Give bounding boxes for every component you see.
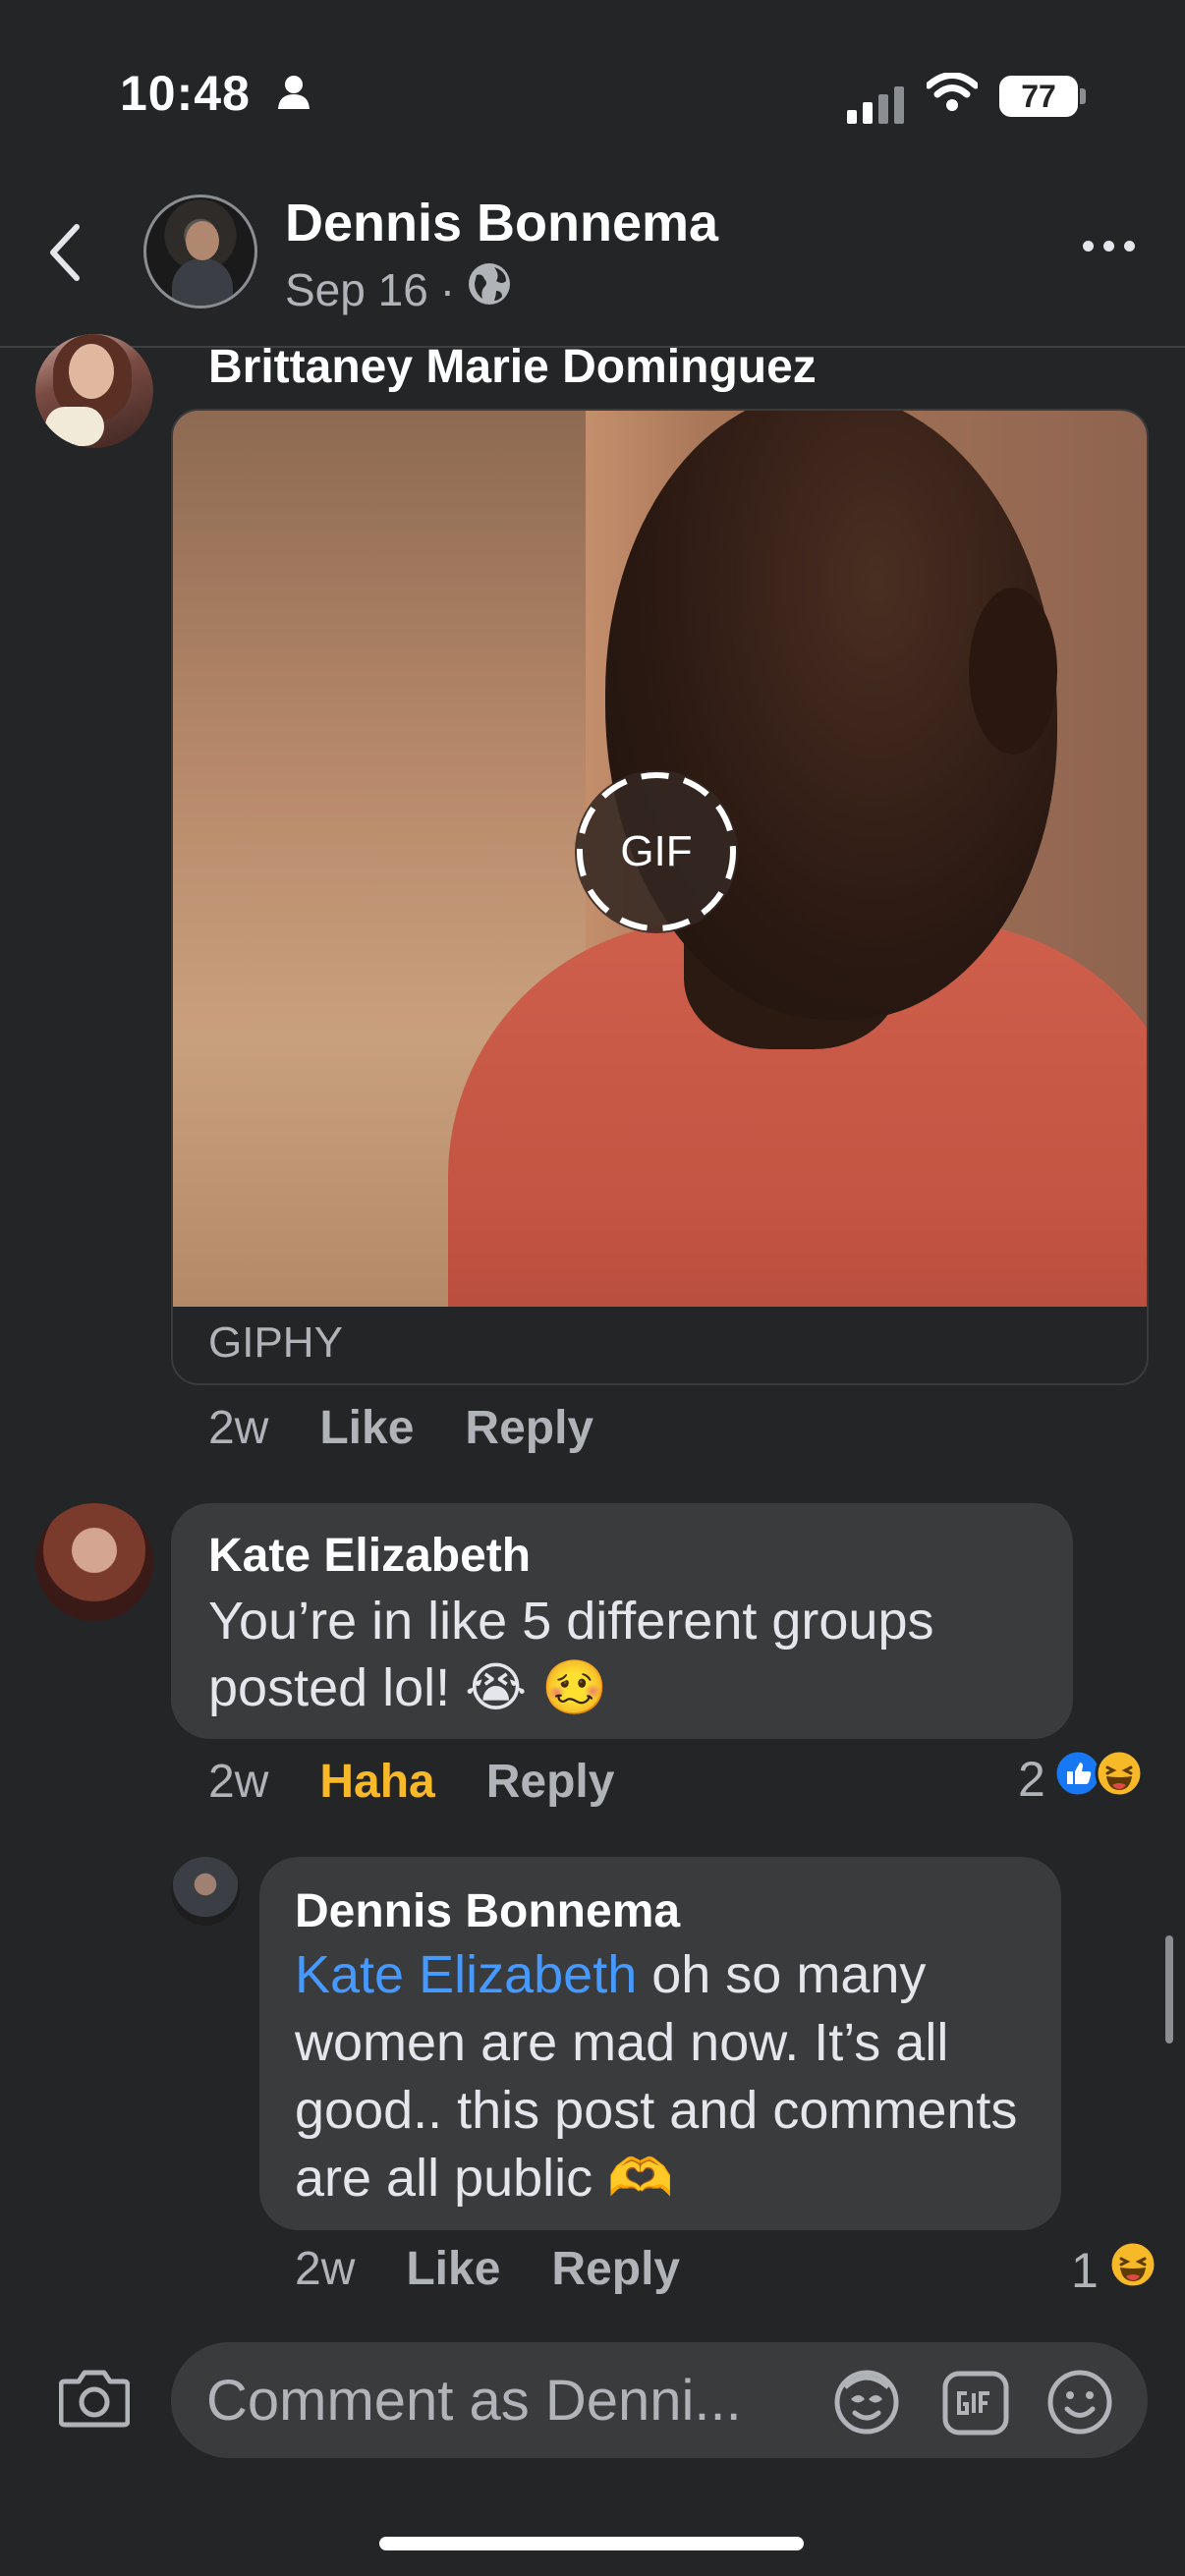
gif-icon[interactable]	[941, 2370, 1010, 2441]
comment-input-placeholder[interactable]: Comment as Denni...	[206, 2368, 742, 2434]
cellular-signal-icon	[847, 86, 904, 124]
reaction-summary[interactable]: 2	[1018, 1749, 1144, 1810]
reply-time: 2w	[295, 2243, 356, 2295]
commenter-avatar[interactable]	[35, 1503, 153, 1621]
comment-actions: 2w Haha Reply	[208, 1755, 614, 1809]
reply-button[interactable]: Reply	[465, 1401, 593, 1455]
globe-icon	[467, 261, 512, 317]
gif-attachment[interactable]: GIF GIPHY	[171, 409, 1149, 1385]
like-button[interactable]: Like	[406, 2242, 500, 2296]
gif-image[interactable]: GIF	[173, 411, 1147, 1307]
haha-icon	[1095, 1749, 1144, 1810]
wifi-icon	[925, 72, 980, 117]
comment-time: 2w	[208, 1402, 269, 1454]
haha-icon	[1108, 2240, 1157, 2301]
reaction-count: 2	[1018, 1752, 1045, 1807]
reply-author[interactable]: Dennis Bonnema	[295, 1884, 680, 1938]
poster-name[interactable]: Dennis Bonnema	[285, 193, 718, 253]
comment-author[interactable]: Kate Elizabeth	[208, 1529, 531, 1583]
gif-play-badge[interactable]: GIF	[575, 770, 738, 933]
reply-button[interactable]: Reply	[551, 2242, 680, 2296]
reply-text: Kate Elizabeth oh so many women are mad …	[295, 1941, 1042, 2212]
emoji-icon[interactable]	[1045, 2368, 1114, 2441]
comment-actions: 2w Like Reply	[208, 1401, 593, 1455]
like-button[interactable]: Like	[319, 1401, 414, 1455]
comment-author[interactable]: Brittaney Marie Dominguez	[208, 340, 817, 394]
haha-reaction-button[interactable]: Haha	[319, 1755, 434, 1809]
meta-separator: ·	[439, 263, 456, 315]
camera-icon[interactable]	[58, 2366, 131, 2434]
reply-button[interactable]: Reply	[486, 1755, 615, 1809]
reply-actions: 2w Like Reply	[295, 2242, 680, 2296]
more-options-icon[interactable]	[1083, 241, 1135, 252]
gif-source-label: GIPHY	[208, 1318, 343, 1367]
mention-link[interactable]: Kate Elizabeth	[295, 1945, 637, 2004]
battery-indicator: 77	[999, 76, 1078, 117]
comment-time: 2w	[208, 1756, 269, 1808]
back-chevron-icon[interactable]	[47, 221, 83, 289]
commenter-avatar[interactable]	[35, 334, 153, 448]
post-date[interactable]: Sep 16	[285, 263, 428, 316]
reply-author-avatar[interactable]	[171, 1857, 240, 1926]
person-icon	[277, 75, 310, 115]
home-indicator[interactable]	[379, 2537, 804, 2550]
reaction-summary[interactable]: 1	[1071, 2240, 1157, 2301]
comment-text: You’re in like 5 different groups posted…	[208, 1592, 934, 1717]
status-time: 10:48	[120, 66, 251, 121]
poster-avatar[interactable]	[143, 195, 257, 308]
reaction-count: 1	[1071, 2243, 1099, 2298]
avatar-sticker-icon[interactable]	[831, 2368, 902, 2441]
post-meta: Sep 16 ·	[285, 261, 512, 317]
battery-cap	[1080, 88, 1086, 104]
scrollbar[interactable]	[1165, 1935, 1173, 2044]
